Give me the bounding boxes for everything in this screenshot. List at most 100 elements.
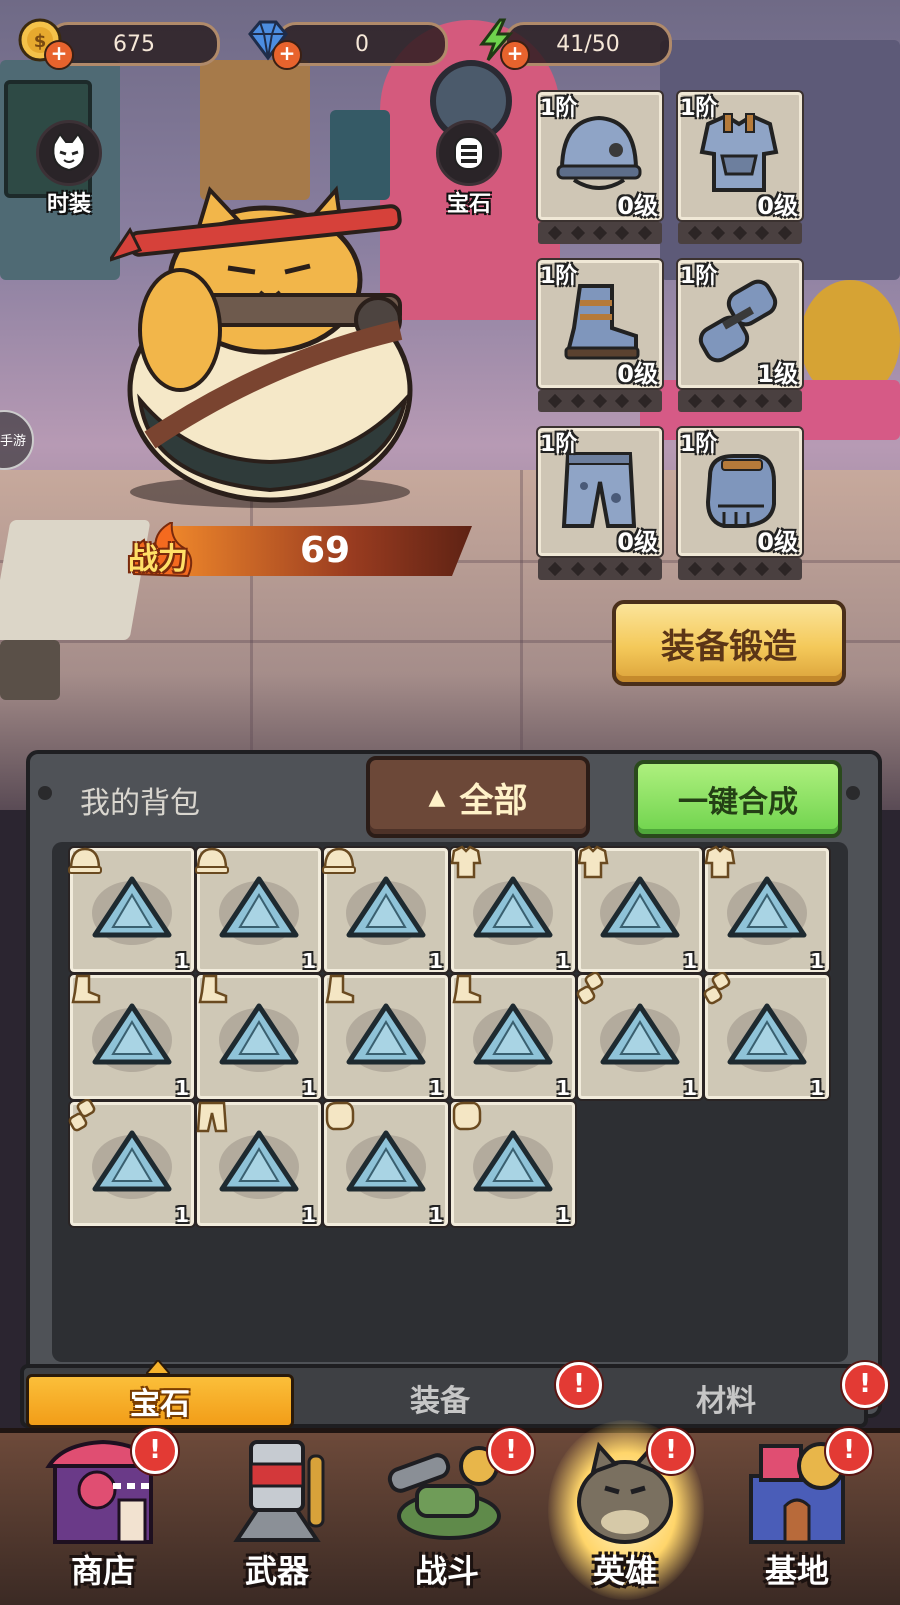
filter-label: 全部: [459, 780, 528, 821]
diamond-counter[interactable]: + 0: [246, 18, 448, 70]
alert-badge-icon: !: [842, 1362, 888, 1408]
armor-type-icon: [704, 845, 736, 879]
helmet-type-icon: [322, 847, 356, 874]
inventory-item-gem[interactable]: 1: [322, 847, 448, 973]
item-count: 1: [429, 1203, 443, 1227]
energy-counter[interactable]: + 41/50: [474, 18, 672, 70]
inventory-item-gem[interactable]: 1: [196, 1101, 321, 1227]
filter-dropdown[interactable]: ▲ 全部: [366, 756, 590, 838]
slot-tier: 1阶: [540, 432, 578, 457]
gem-sockets: [678, 558, 802, 580]
inventory-item-gem[interactable]: 1: [324, 1101, 448, 1227]
gem-triangle-icon: [219, 876, 299, 945]
triangle-up-icon: ▲: [428, 784, 446, 810]
inventory-item-gem[interactable]: 1: [576, 972, 702, 1100]
inventory-item-gem[interactable]: 1: [577, 845, 702, 973]
equip-slot-gauntlet[interactable]: 1阶 0级: [678, 428, 802, 586]
inventory-item-gem[interactable]: 1: [703, 972, 829, 1100]
item-count: 1: [556, 1076, 570, 1100]
item-count: 1: [683, 1076, 697, 1100]
power-label: 战力: [128, 542, 188, 577]
slot-tier: 1阶: [540, 264, 578, 289]
tab-equipment[interactable]: 装备: [300, 1374, 580, 1422]
tab-gems[interactable]: 宝石: [26, 1374, 294, 1428]
screw-icon: [38, 786, 52, 800]
inventory-item-gem[interactable]: 1: [324, 974, 448, 1100]
inventory-item-gem[interactable]: 1: [451, 974, 575, 1100]
gem-triangle-icon: [600, 876, 680, 945]
item-count: 1: [429, 1076, 443, 1100]
gem-label: 宝石: [446, 192, 491, 217]
item-count: 1: [175, 1076, 189, 1100]
diamond-value: 0: [276, 22, 448, 66]
item-count: 1: [810, 949, 824, 973]
bracer-icon: [698, 279, 778, 363]
tab-pointer-icon: [146, 1360, 170, 1374]
alert-badge-icon: !: [556, 1362, 602, 1408]
equip-slot-armor[interactable]: 1阶 0级: [678, 92, 802, 250]
equip-slot-helmet[interactable]: 1阶 0级: [538, 92, 662, 250]
inventory-item-gem[interactable]: 1: [451, 1101, 575, 1227]
turret-icon: [233, 1440, 325, 1542]
cat-face-icon: [36, 120, 102, 186]
nav-label: 基地: [764, 1552, 829, 1590]
alert-badge-icon: !: [648, 1428, 694, 1474]
inventory-item-gem[interactable]: 1: [704, 845, 829, 973]
inventory-item-gem[interactable]: 1: [70, 974, 194, 1100]
equip-slot-pants[interactable]: 1阶 0级: [538, 428, 662, 586]
gauntlet-icon: [705, 454, 776, 528]
gold-value: 675: [48, 22, 220, 66]
gloves-type-icon: [576, 972, 604, 1005]
item-count: 1: [302, 1203, 316, 1227]
slot-level: 0级: [617, 192, 658, 220]
gold-counter[interactable]: $ + 675: [18, 18, 220, 70]
add-gold-button[interactable]: +: [44, 40, 74, 70]
item-count: 1: [556, 949, 570, 973]
slot-tier: 1阶: [680, 264, 718, 289]
slot-tier: 1阶: [680, 96, 718, 121]
gauntlet-type-icon: [452, 1101, 482, 1131]
item-count: 1: [302, 949, 316, 973]
gem-triangle-icon: [473, 1003, 553, 1072]
gem-sockets: [678, 222, 802, 244]
helmet-type-icon: [195, 847, 229, 874]
add-diamond-button[interactable]: +: [272, 40, 302, 70]
equip-slot-gloves[interactable]: 1阶 1级: [678, 260, 802, 418]
slot-tier: 1阶: [540, 96, 578, 121]
slot-level: 0级: [617, 360, 658, 388]
auto-merge-button[interactable]: 一键合成: [634, 760, 842, 838]
inventory-item-gem[interactable]: 1: [450, 845, 575, 973]
inventory-item-gem[interactable]: 1: [195, 847, 321, 973]
gem-sockets: [538, 222, 662, 244]
armor-type-icon: [577, 845, 609, 879]
hero-character: [110, 185, 413, 508]
helmet-icon: [556, 115, 642, 190]
item-count: 1: [683, 949, 697, 973]
inventory-item-gem[interactable]: 1: [197, 974, 321, 1100]
equipment-forge-button[interactable]: 装备锻造: [612, 600, 846, 686]
nav-weapons[interactable]: 武器: [202, 1430, 352, 1600]
alert-badge-icon: !: [826, 1428, 872, 1474]
gem-triangle-icon: [727, 876, 807, 945]
inventory-item-gem[interactable]: 1: [68, 847, 194, 973]
nav-label: 英雄: [592, 1552, 657, 1590]
pants-icon: [561, 452, 637, 528]
gem-triangle-icon: [346, 1130, 426, 1199]
nav-label: 武器: [244, 1552, 309, 1590]
fashion-button[interactable]: 时装: [34, 120, 104, 218]
bubble-label: 手游: [0, 434, 26, 449]
gem-button[interactable]: 宝石: [434, 120, 504, 218]
nav-label: 战斗: [414, 1552, 479, 1590]
inventory-item-gem[interactable]: 1: [68, 1099, 194, 1227]
item-count: 1: [556, 1203, 570, 1227]
gem-triangle-icon: [219, 1003, 299, 1072]
boots-type-icon: [452, 974, 482, 1004]
equip-slot-boots[interactable]: 1阶 0级: [538, 260, 662, 418]
item-count: 1: [175, 1203, 189, 1227]
tab-materials[interactable]: 材料: [586, 1374, 866, 1422]
gem-triangle-icon: [92, 1003, 172, 1072]
slot-level: 0级: [757, 528, 798, 556]
gem-sockets: [678, 390, 802, 412]
add-energy-button[interactable]: +: [500, 40, 530, 70]
gem-triangle-icon: [473, 1130, 553, 1199]
